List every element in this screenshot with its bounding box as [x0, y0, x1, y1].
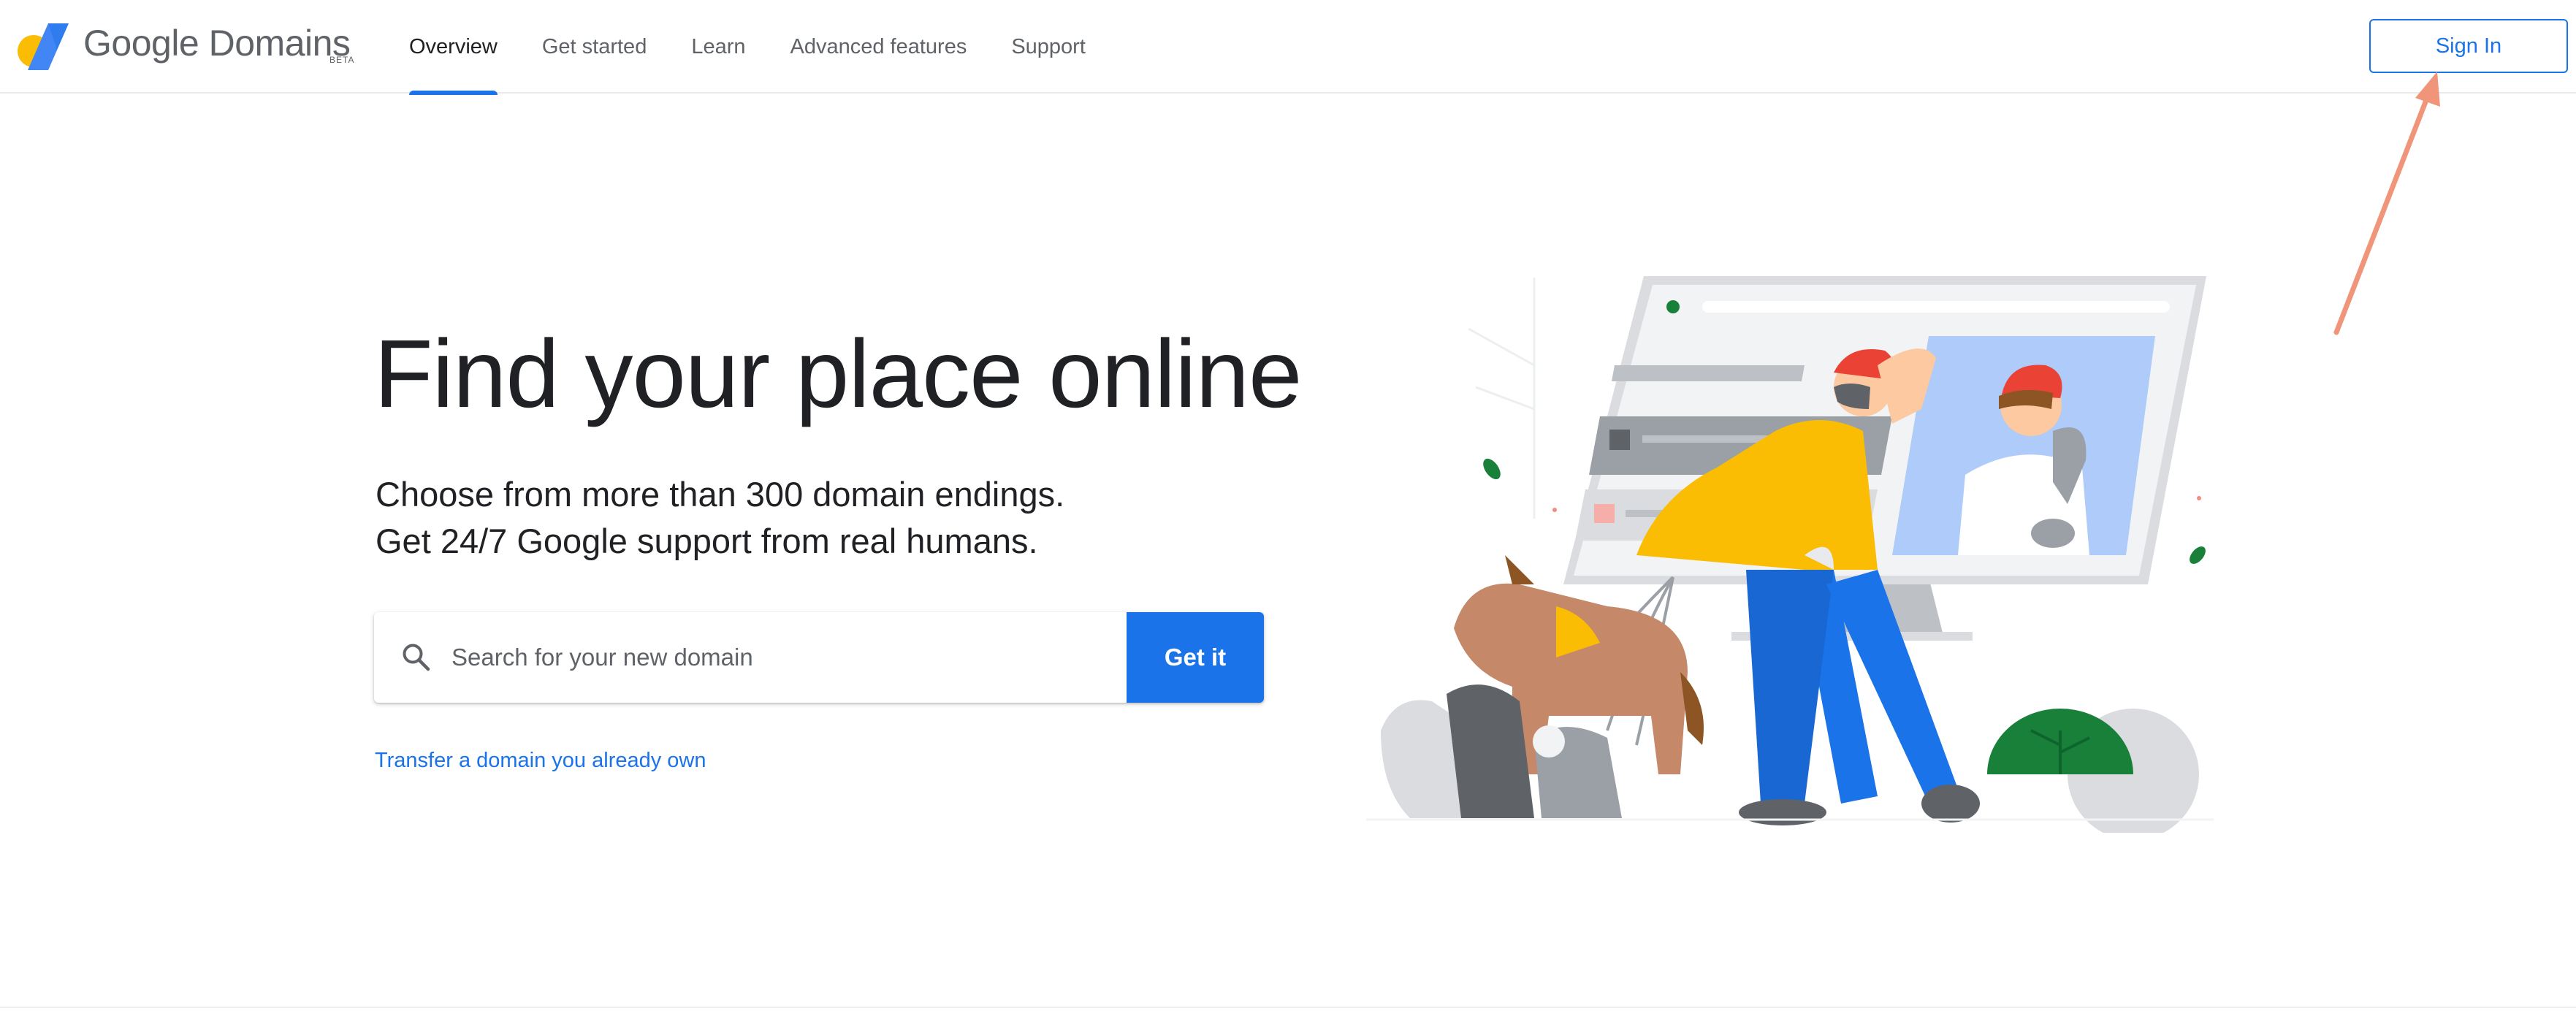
hero-subtitle-line-2: Get 24/7 Google support from real humans…: [376, 522, 1038, 560]
hero-illustration: [1366, 276, 2214, 833]
tab-get-started[interactable]: Get started: [542, 0, 647, 94]
tab-learn[interactable]: Learn: [691, 0, 745, 94]
main-nav: Overview Get started Learn Advanced feat…: [409, 0, 1130, 95]
top-bar: Google Domains BETA Overview Get started…: [0, 0, 2576, 95]
annotation-arrow-icon: [2333, 72, 2440, 335]
hero-subtitle-line-1: Choose from more than 300 domain endings…: [376, 475, 1065, 514]
tab-support[interactable]: Support: [1011, 0, 1086, 94]
tab-overview[interactable]: Overview: [409, 0, 498, 95]
hero-title: Find your place online: [374, 320, 1302, 427]
search-field: [374, 612, 1127, 703]
transfer-domain-link[interactable]: Transfer a domain you already own: [375, 749, 706, 773]
logo-text[interactable]: Google Domains: [83, 22, 351, 64]
leaf-icon: [1483, 458, 1501, 480]
google-domains-logo-icon[interactable]: [16, 22, 73, 72]
background-branches-icon: [1468, 278, 1536, 519]
hero-subtitle: Choose from more than 300 domain endings…: [376, 471, 1064, 565]
domain-search-input[interactable]: [451, 612, 1109, 703]
domain-search-bar: Get it: [374, 612, 1264, 703]
beta-badge: BETA: [329, 55, 355, 65]
footer-divider: [0, 1007, 2576, 1008]
get-it-button[interactable]: Get it: [1127, 612, 1264, 703]
search-icon: [403, 644, 430, 671]
tab-advanced-features[interactable]: Advanced features: [790, 0, 967, 94]
